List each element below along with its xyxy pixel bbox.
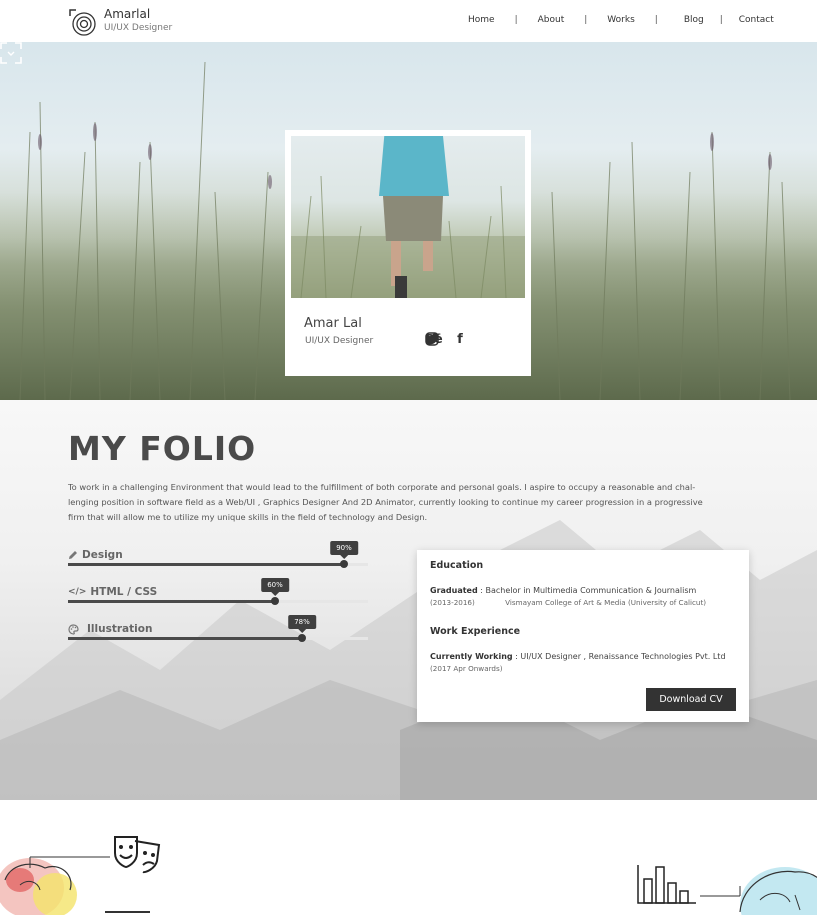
skill-percent: 90% [330,541,358,559]
skill-percent: 78% [288,615,316,633]
skill-label: Design [82,549,123,561]
current-label: Currently Working [430,652,513,661]
logo-icon[interactable] [68,8,96,36]
hero-banner: Amar Lal UI/UX Designer Bē f [0,42,817,400]
facebook-icon[interactable]: f [452,331,468,347]
palette-icon [68,623,79,635]
skill-fill [68,563,344,566]
site-header: Amarlal UI/UX Designer Home | About | Wo… [0,0,817,42]
education-detail: (2013-2016) Vismayam College of Art & Me… [430,597,736,608]
skill-track: 90% [68,541,368,568]
skill-illustration: Illustration 78% [68,615,368,642]
description-line: firm that will allow me to utilize my un… [68,512,428,522]
education-college: Vismayam College of Art & Media (Univers… [505,598,707,607]
bar-chart-icon [637,865,696,904]
skill-percent: 60% [261,578,289,596]
brand-name: Amarlal [104,7,151,21]
graduated-label: Graduated [430,586,478,595]
code-icon: </> [68,587,87,597]
colorful-brain-illustration [0,858,77,915]
skill-track: 60% [68,578,368,605]
fullscreen-icon[interactable] [0,42,22,64]
skill-fill [68,600,275,603]
download-cv-button[interactable]: Download CV [646,688,736,711]
skill-label: HTML / CSS [90,586,158,598]
skill-design: Design 90% [68,541,368,568]
description-line: lenging position in software field as a … [68,497,703,507]
nav-home[interactable]: Home [468,15,495,25]
education-heading: Education [430,560,484,571]
skill-knob[interactable] [271,597,279,605]
nav-blog[interactable]: Blog [684,15,704,25]
skill-fill [68,637,302,640]
nav-separator: | [719,15,723,25]
social-links: Bē f [424,331,468,347]
instagram-icon[interactable] [424,331,440,347]
brand-role: UI/UX Designer [104,23,173,33]
profile-photo [291,136,525,298]
theater-masks-icon [114,836,161,874]
skill-html-css: </> HTML / CSS 60% [68,578,368,605]
profile-role: UI/UX Designer [305,336,374,346]
graduated-text: : Bachelor in Multimedia Communication &… [477,586,697,595]
blue-brain-illustration [739,867,817,915]
work-since: (2017 Apr Onwards) [430,664,503,673]
brand[interactable]: Amarlal UI/UX Designer [104,7,172,34]
work-current: Currently Working : UI/UX Designer , Ren… [430,651,736,663]
folio-title: MY FOLIO [68,429,257,468]
illustration-strip [0,800,817,915]
education-years: (2013-2016) [430,598,475,607]
skill-label: Illustration [87,623,153,635]
skill-track: 78% [68,615,368,642]
folio-section: MY FOLIO To work in a challenging Enviro… [0,400,817,800]
description-line: To work in a challenging Environment tha… [68,482,696,492]
skill-knob[interactable] [298,634,306,642]
current-text: : UI/UX Designer , Renaissance Technolog… [512,652,726,661]
nav-separator: | [584,15,588,25]
education-degree: Graduated : Bachelor in Multimedia Commu… [430,585,736,597]
main-nav: Home | About | Works | Blog | Contact [468,15,774,25]
folio-description: To work in a challenging Environment tha… [68,480,738,525]
skill-knob[interactable] [340,560,348,568]
resume-card: Education Graduated : Bachelor in Multim… [417,550,749,722]
pencil-icon [69,551,77,559]
nav-separator: | [514,15,518,25]
nav-about[interactable]: About [538,15,565,25]
nav-works[interactable]: Works [607,15,634,25]
doodle-illustrations [0,836,817,915]
nav-contact[interactable]: Contact [739,15,774,25]
profile-name: Amar Lal [304,316,362,331]
work-heading: Work Experience [430,626,521,637]
profile-card: Amar Lal UI/UX Designer Bē f [285,130,531,376]
nav-separator: | [654,15,658,25]
